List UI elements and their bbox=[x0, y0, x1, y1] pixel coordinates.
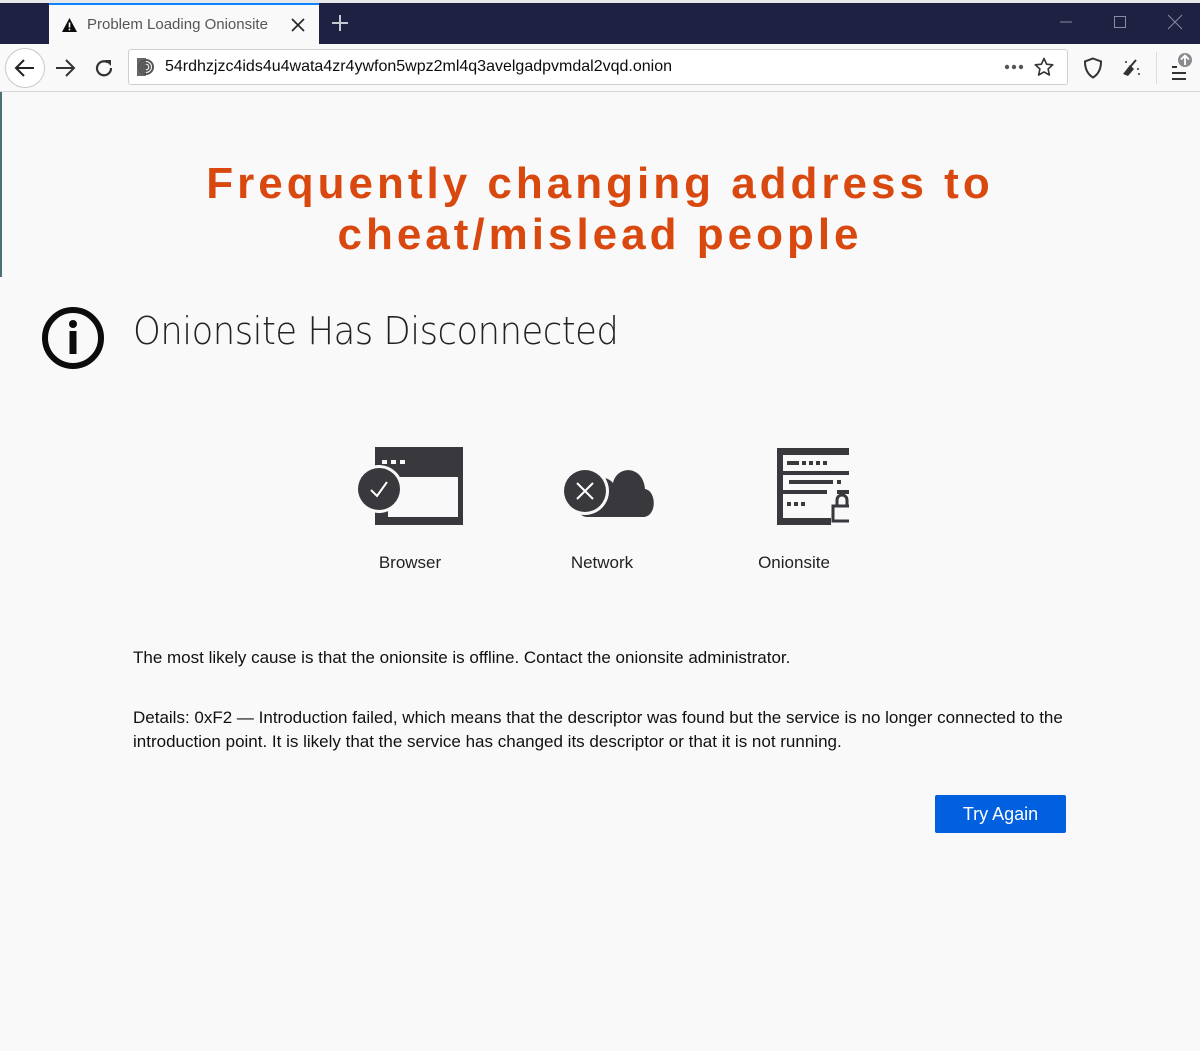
status-browser-label: Browser bbox=[378, 553, 442, 572]
minimize-button[interactable] bbox=[1046, 8, 1086, 36]
new-tab-button[interactable] bbox=[325, 8, 355, 38]
network-error-cloud-icon bbox=[561, 467, 654, 517]
browser-check-icon bbox=[355, 447, 463, 525]
info-icon bbox=[42, 307, 104, 369]
overlay-headline-line-1: Frequently changing address to bbox=[206, 159, 994, 208]
maximize-button[interactable] bbox=[1100, 8, 1140, 36]
title-bar: Problem Loading Onionsite bbox=[0, 0, 1200, 44]
tab-problem-loading[interactable]: Problem Loading Onionsite bbox=[49, 3, 319, 44]
back-icon bbox=[14, 59, 34, 77]
reload-icon bbox=[95, 60, 113, 77]
close-window-button[interactable] bbox=[1155, 8, 1195, 36]
tab-title: Problem Loading Onionsite bbox=[87, 16, 268, 33]
try-again-button[interactable]: Try Again bbox=[935, 795, 1066, 833]
shield-icon bbox=[1083, 57, 1103, 79]
status-network-label: Network bbox=[570, 553, 634, 572]
back-button[interactable] bbox=[5, 48, 45, 88]
page-actions-button[interactable] bbox=[999, 53, 1029, 81]
overlay-headline-line-2: cheat/mislead people bbox=[337, 210, 863, 259]
onion-icon bbox=[137, 58, 154, 76]
close-icon bbox=[1167, 14, 1183, 30]
security-shield-button[interactable] bbox=[1077, 52, 1109, 84]
status-onionsite: Onionsite bbox=[714, 445, 874, 573]
status-browser: Browser bbox=[330, 445, 490, 573]
toolbar-separator bbox=[1156, 52, 1157, 84]
menu-icon bbox=[1172, 53, 1192, 80]
status-onionsite-label: Onionsite bbox=[758, 553, 830, 572]
star-icon bbox=[1034, 57, 1054, 76]
onionsite-server-lock-icon bbox=[777, 448, 849, 525]
error-details: Details: 0xF2 — Introduction failed, whi… bbox=[133, 708, 1063, 751]
left-window-edge bbox=[0, 92, 2, 277]
maximize-icon bbox=[1114, 16, 1126, 28]
new-identity-button[interactable] bbox=[1115, 52, 1147, 84]
tab-close-icon[interactable] bbox=[289, 16, 307, 34]
navigation-toolbar bbox=[0, 44, 1200, 92]
warning-icon bbox=[61, 16, 79, 34]
overlay-headline: Frequently changing address to cheat/mis… bbox=[100, 158, 1100, 260]
minimize-icon bbox=[1060, 21, 1072, 23]
forward-button[interactable] bbox=[45, 48, 85, 88]
error-title: Onionsite Has Disconnected bbox=[133, 309, 619, 353]
more-dots-icon bbox=[1004, 64, 1024, 70]
url-input[interactable] bbox=[165, 58, 999, 76]
menu-button[interactable] bbox=[1164, 52, 1196, 84]
plus-icon bbox=[332, 15, 348, 31]
broom-icon bbox=[1123, 59, 1140, 76]
forward-icon bbox=[56, 59, 76, 77]
error-description: The most likely cause is that the onions… bbox=[133, 648, 791, 667]
url-bar[interactable] bbox=[128, 49, 1068, 85]
reload-button[interactable] bbox=[84, 48, 124, 88]
status-network: Network bbox=[522, 445, 682, 573]
bookmark-button[interactable] bbox=[1029, 53, 1059, 81]
